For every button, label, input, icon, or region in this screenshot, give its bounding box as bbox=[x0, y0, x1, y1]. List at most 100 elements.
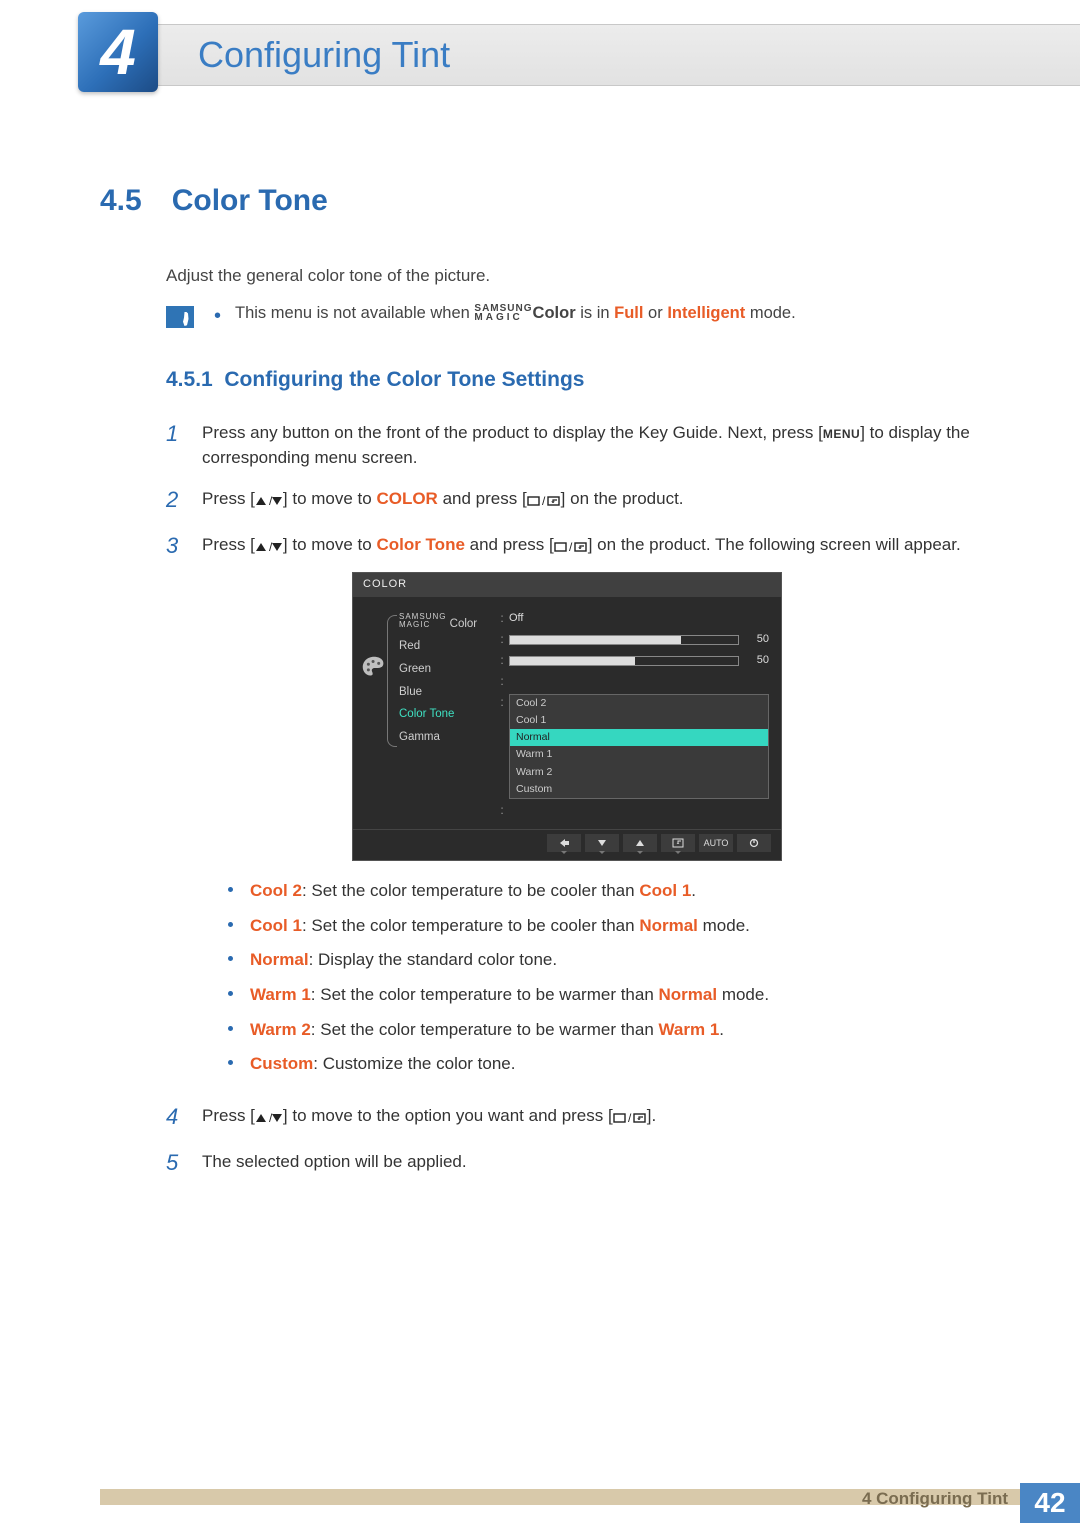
brand-bottom: MAGIC bbox=[474, 313, 532, 322]
step-seg: ] to move to bbox=[283, 489, 377, 508]
bullet-normal: Normal: Display the standard color tone. bbox=[228, 948, 980, 973]
step-seg: and press [ bbox=[438, 489, 527, 508]
step-kw-colortone: Color Tone bbox=[376, 535, 464, 554]
step-seg: ] on the product. bbox=[561, 489, 684, 508]
osd-power-icon bbox=[737, 834, 771, 852]
tone-option-list: Cool 2: Set the color temperature to be … bbox=[228, 879, 980, 1077]
osd-item-gamma: Gamma bbox=[399, 729, 495, 746]
osd-value-red: :50 bbox=[495, 631, 769, 649]
steps-list: 1 Press any button on the front of the p… bbox=[166, 418, 980, 1179]
bullet-dot: • bbox=[214, 310, 221, 322]
note-icon bbox=[166, 306, 194, 328]
menu-key: MENU bbox=[823, 427, 860, 441]
step-number: 3 bbox=[166, 530, 202, 562]
note-text: This menu is not available when SAMSUNGM… bbox=[235, 304, 796, 323]
osd-item-red: Red bbox=[399, 638, 495, 655]
step-1: 1 Press any button on the front of the p… bbox=[166, 418, 980, 470]
tone-option: Cool 2 bbox=[510, 695, 768, 712]
step-number: 5 bbox=[166, 1147, 202, 1179]
step-seg: Press [ bbox=[202, 489, 255, 508]
osd-menu-list: SAMSUNGMAGIC Color Red Green Blue Color … bbox=[365, 607, 495, 823]
step-body: Press [ / ] to move to COLOR and press [ /]… bbox=[202, 484, 980, 512]
osd-body: SAMSUNGMAGIC Color Red Green Blue Color … bbox=[353, 597, 781, 829]
step-number: 2 bbox=[166, 484, 202, 516]
tone-option: Warm 1 bbox=[510, 746, 768, 763]
step-body: Press [ / ] to move to Color Tone and pres… bbox=[202, 530, 980, 1087]
osd-value-green: :50 bbox=[495, 652, 769, 670]
bullet-cool1: Cool 1: Set the color temperature to be … bbox=[228, 914, 980, 939]
note-intelligent-mode: Intelligent bbox=[667, 304, 745, 322]
step-seg: and press [ bbox=[465, 535, 554, 554]
page-number: 42 bbox=[1034, 1487, 1065, 1519]
brand-mini: SAMSUNGMAGIC bbox=[399, 613, 446, 629]
select-enter-icon: / bbox=[554, 538, 588, 554]
step-body: The selected option will be applied. bbox=[202, 1147, 980, 1175]
osd-value-magic: :Off bbox=[495, 610, 769, 628]
step-kw-color: COLOR bbox=[376, 489, 437, 508]
step-seg: Press [ bbox=[202, 1106, 255, 1125]
up-down-arrows-icon: / bbox=[255, 1108, 283, 1124]
subsection-heading: 4.5.1 Configuring the Color Tone Setting… bbox=[166, 368, 980, 392]
step-seg: Press any button on the front of the pro… bbox=[202, 423, 823, 442]
note-seg: Color bbox=[533, 304, 576, 322]
step-2: 2 Press [ / ] to move to COLOR and press [… bbox=[166, 484, 980, 516]
osd-value-gamma: : bbox=[495, 802, 769, 820]
footer-label: 4 Configuring Tint bbox=[862, 1489, 1008, 1509]
note-seg: is in bbox=[576, 304, 615, 322]
step-seg: ]. bbox=[647, 1106, 656, 1125]
osd-value-color-tone: : Cool 2Cool 1NormalWarm 1Warm 2Custom bbox=[495, 694, 769, 799]
color-tone-dropdown: Cool 2Cool 1NormalWarm 1Warm 2Custom bbox=[509, 694, 769, 799]
step-seg: ] on the product. The following screen w… bbox=[588, 535, 961, 554]
svg-text:/: / bbox=[269, 541, 273, 553]
osd-title: COLOR bbox=[353, 573, 781, 597]
tone-option: Custom bbox=[510, 781, 768, 798]
chapter-title: Configuring Tint bbox=[198, 34, 450, 76]
note-seg: mode. bbox=[745, 304, 795, 322]
step-body: Press [/] to move to the option you want… bbox=[202, 1101, 980, 1129]
samsung-magic-brand: SAMSUNGMAGIC bbox=[474, 304, 532, 322]
bullet-cool2: Cool 2: Set the color temperature to be … bbox=[228, 879, 980, 904]
chapter-number: 4 bbox=[100, 15, 136, 89]
section-heading: 4.5 Color Tone bbox=[100, 184, 980, 218]
slider-red bbox=[509, 635, 739, 645]
step-number: 1 bbox=[166, 418, 202, 450]
osd-item-green: Green bbox=[399, 661, 495, 678]
osd-item-blue: Blue bbox=[399, 684, 495, 701]
page-number-badge: 42 bbox=[1020, 1483, 1080, 1523]
step-seg: ] to move to bbox=[283, 535, 377, 554]
svg-text:/: / bbox=[542, 495, 546, 507]
slider-red-value: 50 bbox=[747, 632, 769, 648]
tone-option: Cool 1 bbox=[510, 712, 768, 729]
subsection-title: Configuring the Color Tone Settings bbox=[224, 368, 584, 391]
step-seg: ] to move to the option you want and pre… bbox=[283, 1106, 613, 1125]
bullet-warm2: Warm 2: Set the color temperature to be … bbox=[228, 1018, 980, 1043]
note-seg: or bbox=[643, 304, 667, 322]
select-enter-icon: / bbox=[613, 1108, 647, 1124]
osd-auto-button: AUTO bbox=[699, 834, 733, 852]
bullet-warm1: Warm 1: Set the color temperature to be … bbox=[228, 983, 980, 1008]
up-down-arrows-icon: / bbox=[255, 492, 283, 508]
section-intro: Adjust the general color tone of the pic… bbox=[166, 266, 980, 286]
slider-green bbox=[509, 656, 739, 666]
step-5: 5 The selected option will be applied. bbox=[166, 1147, 980, 1179]
osd-enter-icon bbox=[661, 834, 695, 852]
section-title: Color Tone bbox=[172, 184, 328, 218]
tone-option: Normal bbox=[510, 729, 768, 746]
page-footer: 4 Configuring Tint 42 bbox=[0, 1483, 1080, 1527]
step-body: Press any button on the front of the pro… bbox=[202, 418, 980, 470]
osd-screenshot: COLOR SAMSUNGMAGIC Color Red Green Blu bbox=[352, 572, 980, 861]
osd-item-color-tone: Color Tone bbox=[399, 706, 495, 723]
svg-text:/: / bbox=[269, 495, 273, 507]
tone-option: Warm 2 bbox=[510, 764, 768, 781]
step-4: 4 Press [/] to move to the option you wa… bbox=[166, 1101, 980, 1133]
osd-item-magic-color: SAMSUNGMAGIC Color bbox=[399, 613, 495, 633]
osd-back-icon bbox=[547, 834, 581, 852]
osd-panel: COLOR SAMSUNGMAGIC Color Red Green Blu bbox=[352, 572, 782, 861]
step-seg: Press [ bbox=[202, 535, 255, 554]
svg-text:/: / bbox=[628, 1112, 632, 1124]
osd-footer: AUTO bbox=[353, 829, 781, 854]
bullet-custom: Custom: Customize the color tone. bbox=[228, 1052, 980, 1077]
note-full-mode: Full bbox=[614, 304, 643, 322]
step-3: 3 Press [ / ] to move to Color Tone and pr… bbox=[166, 530, 980, 1087]
chapter-number-badge: 4 bbox=[78, 12, 158, 92]
